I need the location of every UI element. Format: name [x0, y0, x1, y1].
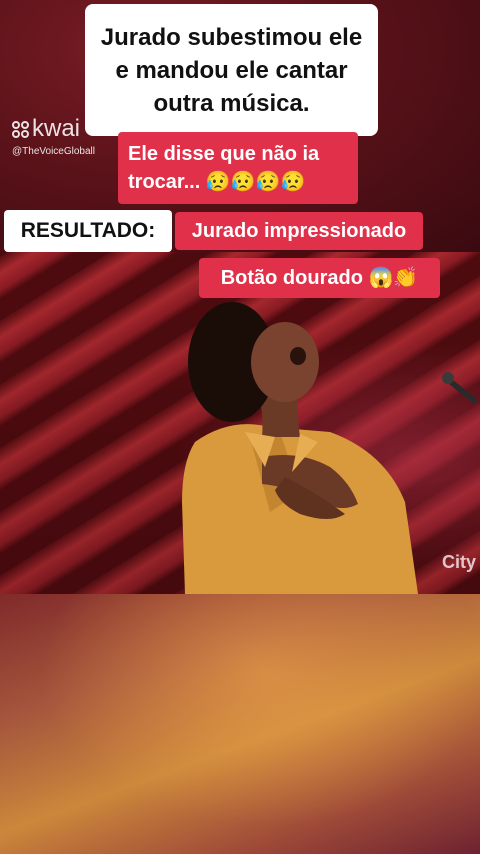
kwai-brand: kwai	[32, 115, 81, 142]
background-bottom	[0, 594, 480, 854]
caption-pill-trocar: Ele disse que não ia trocar... 😥😥😥😥	[118, 132, 358, 204]
singer-figure	[182, 302, 418, 594]
caption-main: Jurado subestimou ele e mandou ele canta…	[85, 4, 378, 136]
channel-logo: City	[441, 552, 476, 572]
kwai-logo-icon	[12, 120, 29, 138]
kwai-watermark: kwai @TheVoiceGloball	[12, 116, 95, 157]
caption-pill-jurado: Jurado impressionado	[175, 212, 423, 250]
sad-face-emoji: 😥😥😥😥	[205, 171, 306, 193]
result-label: RESULTADO:	[4, 210, 172, 252]
video-frame[interactable]: City	[0, 252, 480, 594]
channel-handle: @TheVoiceGloball	[12, 146, 95, 157]
microphone-icon	[442, 372, 478, 404]
